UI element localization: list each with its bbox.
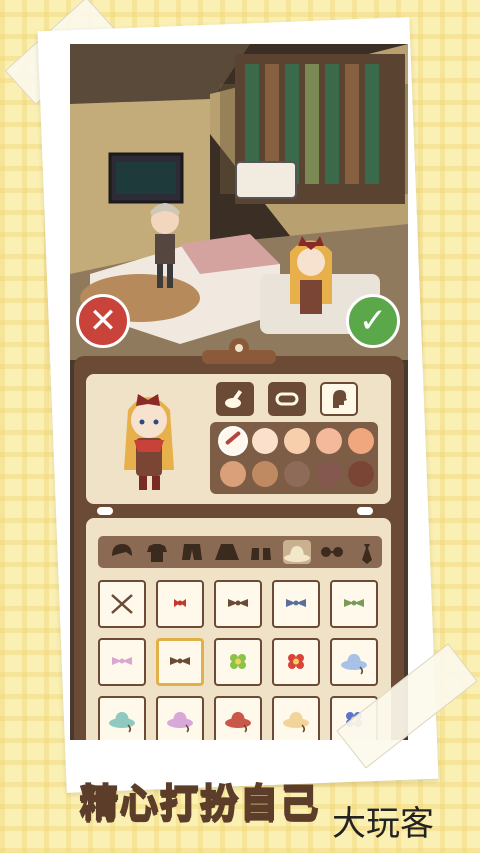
hair-icon [112,544,132,556]
skin-swatch[interactable] [284,428,310,454]
blue-sunhat-icon [341,654,367,675]
item-cell[interactable] [98,638,146,686]
pink-hat-icon [167,712,193,733]
confirm-button[interactable]: ✓ [346,294,400,348]
item-cell[interactable] [156,638,204,686]
brush-check-icon [224,430,242,446]
skin-swatch[interactable] [252,428,278,454]
tool-hair-sample[interactable] [268,382,306,416]
pink-bow-icon [112,657,132,665]
skin-swatch[interactable] [316,461,342,487]
skin-swatch[interactable] [252,461,278,487]
brown-bow-icon [170,657,190,665]
hat-icon [284,546,310,562]
item-cell[interactable] [330,580,378,628]
cream-hat-icon [283,712,309,733]
item-cell[interactable] [156,696,204,740]
girl-character [290,236,332,314]
category-tab[interactable] [178,540,206,564]
category-tab[interactable] [213,540,241,564]
item-cell[interactable] [156,580,204,628]
shoes-icon [251,548,271,560]
color-brush-icon [225,389,243,408]
item-cell[interactable] [98,696,146,740]
item-cell[interactable] [214,580,262,628]
game-screen: ✕ ✓ [70,44,408,740]
cancel-button[interactable]: ✕ [76,294,130,348]
item-cell[interactable] [272,638,320,686]
skin-swatch[interactable] [220,461,246,487]
category-tab[interactable] [143,540,171,564]
red-flower-icon [288,654,304,669]
bottom-icon [182,544,202,560]
tool-color-brush[interactable] [216,382,254,416]
watermark: 大玩客 [332,804,434,844]
top-icon [147,544,167,562]
item-cell[interactable] [272,696,320,740]
skin-swatch[interactable] [348,428,374,454]
category-tab[interactable] [283,540,311,564]
category-tab[interactable] [248,540,276,564]
red-hat-icon [225,712,251,733]
head-silhouette-icon [333,390,347,408]
brown-bow-icon [228,599,248,607]
skin-color-palette [210,422,378,494]
blue-bow-icon [286,599,306,607]
promo-caption: 精心打扮自己 [79,780,321,826]
green-bow-icon [344,599,364,607]
skin-swatch[interactable] [220,428,246,454]
category-tab[interactable] [353,540,381,564]
item-cell[interactable] [330,638,378,686]
hair-sample-icon [275,392,299,406]
clipboard-clip-icon [202,338,276,364]
skin-swatch[interactable] [284,461,310,487]
item-cell[interactable] [98,580,146,628]
air-conditioner [235,161,297,199]
teal-hat-icon [109,712,135,733]
skirt-icon [215,544,239,560]
tool-skin[interactable] [320,382,358,416]
none-icon [111,594,133,614]
item-cell[interactable] [272,580,320,628]
skin-swatch[interactable] [316,428,342,454]
red-bow-icon [174,599,186,607]
glasses-icon [321,547,343,557]
category-tab[interactable] [318,540,346,564]
avatar-preview [124,394,174,490]
item-cell[interactable] [214,696,262,740]
close-icon: ✕ [88,301,118,341]
green-flower-icon [230,654,246,669]
category-tab[interactable] [108,540,136,564]
check-icon: ✓ [358,301,388,341]
skin-swatch[interactable] [348,461,374,487]
tie-icon [362,544,372,564]
item-cell[interactable] [214,638,262,686]
